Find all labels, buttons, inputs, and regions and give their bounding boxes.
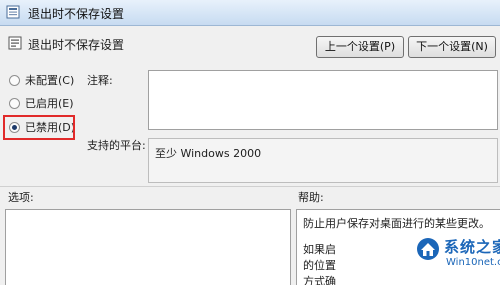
window-title: 退出时不保存设置 [28, 7, 125, 21]
site-watermark: 系统之家 Win10net.com [416, 232, 500, 285]
options-label: 选项: [8, 191, 34, 204]
comment-label: 注释: [87, 74, 113, 87]
help-text-line: 如果启 [303, 243, 336, 256]
comment-textarea[interactable] [148, 70, 498, 130]
win10net-logo-icon [417, 238, 439, 260]
options-pane[interactable] [5, 209, 291, 285]
radio-circle[interactable] [9, 74, 20, 86]
help-text-line: 防止用户保存对桌面进行的某些更改。 [303, 217, 490, 230]
radio-label: 未配置(C) [25, 74, 75, 87]
platform-label: 支持的平台: [87, 139, 146, 152]
help-label: 帮助: [298, 191, 324, 204]
policy-title: 退出时不保存设置 [28, 38, 125, 52]
radio-not-configured[interactable]: 未配置(C) [9, 72, 74, 88]
radio-enabled[interactable]: 已启用(E) [9, 95, 74, 111]
radio-label: 已启用(E) [25, 97, 74, 110]
radio-circle[interactable] [9, 97, 20, 109]
watermark-site: Win10net.com [446, 257, 500, 268]
policy-icon [8, 36, 22, 50]
help-text-line: 的位置 [303, 259, 336, 272]
platform-value: 至少 Windows 2000 [155, 147, 262, 160]
next-setting-button[interactable]: 下一个设置(N) [408, 36, 496, 58]
section-divider [0, 186, 500, 187]
supported-platform-field: 至少 Windows 2000 [148, 138, 498, 183]
policy-settings-icon [6, 5, 20, 19]
previous-setting-button[interactable]: 上一个设置(P) [316, 36, 404, 58]
watermark-brand: 系统之家 [444, 238, 500, 256]
help-text-line: 方式确 [303, 275, 336, 285]
selection-highlight-box [3, 115, 75, 140]
title-bar: 退出时不保存设置 [0, 0, 500, 26]
